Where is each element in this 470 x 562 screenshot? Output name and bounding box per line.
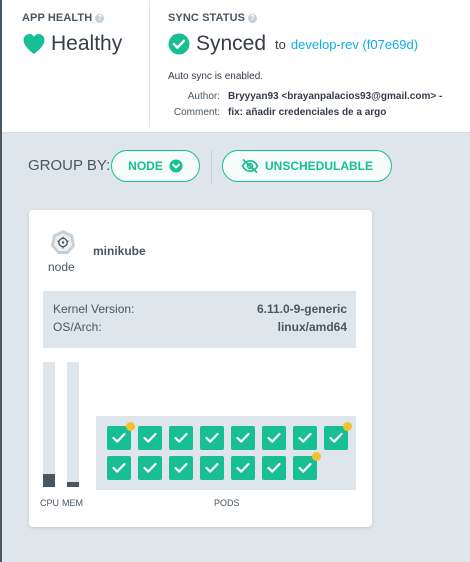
pods-label: PODS [214, 498, 240, 508]
help-icon[interactable]: ? [95, 13, 105, 23]
heart-icon [23, 34, 45, 54]
pod-tile[interactable] [262, 426, 286, 450]
app-status-header: APP HEALTH ? Healthy SYNC STATUS ? Synce… [2, 0, 470, 133]
comment-label: Comment: [173, 107, 220, 118]
node-type-label: node [48, 260, 75, 274]
cpu-label: CPU [40, 498, 60, 508]
cpu-usage-fill [43, 474, 55, 487]
author-row: Author: Bryyyan93 <brayanpalacios93@gmai… [150, 91, 443, 102]
check-icon [112, 432, 126, 443]
help-icon[interactable]: ? [248, 13, 258, 23]
node-name[interactable]: minikube [93, 244, 146, 258]
check-icon [236, 432, 250, 443]
comment-value: fix: añadir credenciales de a argo [228, 107, 387, 118]
mem-usage-fill [67, 482, 79, 487]
app-health-label-text: APP HEALTH [22, 12, 93, 24]
chevron-down-icon [169, 159, 183, 173]
check-icon [329, 432, 343, 443]
check-icon [143, 432, 157, 443]
check-icon [267, 462, 281, 473]
pod-warning-dot [312, 452, 321, 461]
sync-status-label: SYNC STATUS ? [168, 12, 258, 24]
sync-status-label-text: SYNC STATUS [168, 12, 246, 24]
pod-tile[interactable] [107, 456, 131, 480]
os-arch-row: OS/Arch: linux/amd64 [53, 320, 347, 334]
toolbar-separator [211, 150, 212, 184]
pod-tile[interactable] [138, 456, 162, 480]
pod-tile[interactable] [169, 456, 193, 480]
check-icon [298, 462, 312, 473]
health-status-text: Healthy [51, 32, 123, 55]
node-info-panel: Kernel Version: 6.11.0-9-generic OS/Arch… [43, 291, 356, 348]
sync-status[interactable]: Synced to develop-rev (f07e69d) [168, 32, 418, 56]
pod-tile[interactable] [293, 452, 321, 480]
mem-usage-bar [67, 362, 79, 487]
check-icon [205, 432, 219, 443]
author-label: Author: [187, 91, 220, 102]
sync-to-text: to [275, 36, 286, 52]
group-by-value: NODE [128, 159, 163, 173]
kubernetes-node-icon [51, 230, 75, 254]
pod-tile[interactable] [231, 456, 255, 480]
health-status[interactable]: Healthy [22, 32, 122, 56]
kernel-version-row: Kernel Version: 6.11.0-9-generic [53, 302, 347, 316]
revision-link[interactable]: develop-rev (f07e69d) [291, 37, 418, 52]
eye-slash-icon [241, 159, 259, 173]
os-arch-label: OS/Arch: [53, 320, 102, 334]
check-icon [267, 432, 281, 443]
pod-tile[interactable] [200, 456, 224, 480]
pod-tile[interactable] [169, 426, 193, 450]
pods-grid [96, 416, 356, 490]
check-icon [112, 462, 126, 473]
group-by-label: GROUP BY: [28, 157, 111, 174]
check-icon [174, 432, 188, 443]
os-arch-value: linux/amd64 [277, 320, 347, 334]
pod-tile[interactable] [138, 426, 162, 450]
kernel-version-label: Kernel Version: [53, 302, 135, 316]
pod-tile[interactable] [200, 426, 224, 450]
kernel-version-value: 6.11.0-9-generic [256, 302, 347, 316]
check-icon [205, 462, 219, 473]
check-icon [298, 432, 312, 443]
unschedulable-toggle[interactable]: UNSCHEDULABLE [222, 150, 392, 182]
unschedulable-label: UNSCHEDULABLE [265, 159, 373, 173]
pod-tile[interactable] [324, 422, 352, 450]
pod-warning-dot [343, 422, 352, 431]
comment-row: Comment: fix: añadir credenciales de a a… [150, 107, 387, 118]
pod-tile[interactable] [231, 426, 255, 450]
cpu-usage-bar [43, 362, 55, 487]
check-icon [236, 462, 250, 473]
mem-label: MEM [62, 498, 83, 508]
app-health-label: APP HEALTH ? [22, 12, 105, 24]
check-icon [143, 462, 157, 473]
pod-tile[interactable] [293, 426, 317, 450]
pod-warning-dot [126, 422, 135, 431]
author-value: Bryyyan93 <brayanpalacios93@gmail.com> - [228, 91, 443, 102]
check-circle-icon [168, 33, 190, 55]
check-icon [174, 462, 188, 473]
group-by-node-dropdown[interactable]: NODE [111, 150, 200, 182]
sync-status-text: Synced [196, 32, 267, 55]
auto-sync-text: Auto sync is enabled. [168, 71, 264, 82]
pod-tile[interactable] [262, 456, 286, 480]
pod-tile[interactable] [107, 422, 135, 450]
